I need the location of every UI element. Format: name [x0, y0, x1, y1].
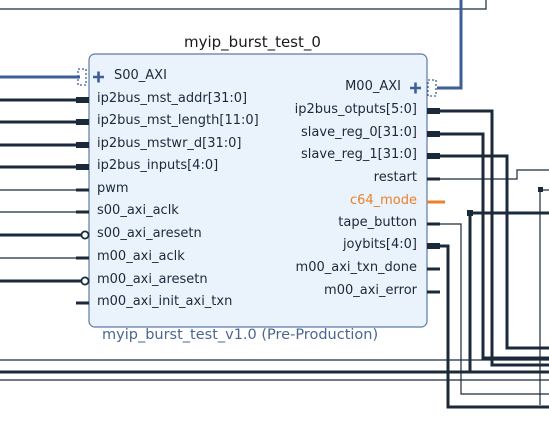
left-port-pin[interactable] — [76, 230, 90, 240]
right-port-label: joybits[4:0] — [342, 237, 417, 252]
block-diagram-canvas — [0, 0, 549, 409]
left-port-label: s00_axi_aclk — [97, 203, 179, 218]
right-port-label: M00_AXI — [345, 79, 401, 94]
left-port-label: ip2bus_inputs[4:0] — [97, 158, 219, 173]
left-port-label: ip2bus_mst_addr[31:0] — [97, 91, 248, 106]
net-m00-axi-bus — [437, 0, 463, 90]
net-junction — [538, 187, 543, 192]
left-port-label: S00_AXI — [114, 68, 167, 83]
bus-interface-connector — [427, 79, 437, 97]
active-low-bubble-icon — [80, 276, 90, 286]
active-low-bubble-icon — [80, 230, 90, 240]
block-ip-version: myip_burst_test_v1.0 (Pre-Production) — [102, 327, 379, 343]
net-wire — [0, 0, 487, 10]
left-port-label: ip2bus_mst_length[11:0] — [97, 113, 259, 128]
right-port-label: m00_axi_error — [324, 283, 417, 298]
left-port-label: m00_axi_init_axi_txn — [97, 294, 233, 309]
block-instance-name: myip_burst_test_0 — [184, 33, 321, 51]
right-port-label: slave_reg_1[31:0] — [301, 147, 417, 162]
left-port-label: m00_axi_aresetn — [97, 272, 208, 287]
right-port-label: ip2bus_otputs[5:0] — [294, 102, 417, 117]
net-junction — [467, 210, 473, 216]
right-port-label: slave_reg_0[31:0] — [301, 125, 417, 140]
right-port-label: m00_axi_txn_done — [295, 260, 417, 275]
left-port-label: pwm — [97, 181, 129, 196]
left-port-label: ip2bus_mstwr_d[31:0] — [97, 136, 242, 151]
right-port-label: c64_mode — [349, 193, 417, 208]
net-wire — [437, 109, 549, 367]
left-port-label: s00_axi_aresetn — [97, 226, 202, 241]
right-port-label: restart — [373, 170, 417, 185]
left-port-label: m00_axi_aclk — [97, 249, 185, 264]
left-port-pin[interactable] — [76, 276, 90, 286]
right-port-label: tape_button — [338, 215, 417, 230]
